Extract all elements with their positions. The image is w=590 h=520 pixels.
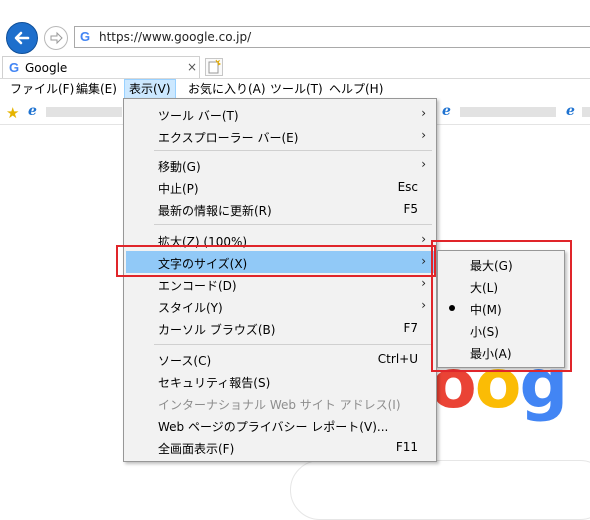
back-button[interactable] [6, 22, 38, 54]
menu-item-explorer-bars[interactable]: エクスプローラー バー(E) › [126, 125, 434, 147]
menu-item-label: 最新の情報に更新(R) [158, 204, 272, 218]
favorites-star-icon[interactable]: ★ [6, 104, 19, 122]
menu-item-full-screen[interactable]: 全画面表示(F) F11 [126, 436, 434, 458]
new-tab-button[interactable] [205, 58, 223, 76]
menu-tools[interactable]: ツール(T) [266, 79, 327, 99]
ie-page-icon[interactable]: e [442, 103, 451, 119]
menu-item-label: Web ページのプライバシー レポート(V)... [158, 420, 389, 434]
favorite-link-blurred[interactable] [460, 107, 556, 117]
menu-item-shortcut: F7 [403, 321, 418, 335]
menu-help[interactable]: ヘルプ(H) [325, 79, 387, 99]
google-favicon-icon: G [9, 60, 20, 75]
menu-item-label: 中止(P) [158, 182, 199, 196]
menu-separator [154, 344, 432, 345]
menu-item-go-to[interactable]: 移動(G) › [126, 154, 434, 176]
menu-bar: ファイル(F) 編集(E) 表示(V) お気に入り(A) ツール(T) ヘルプ(… [0, 79, 590, 99]
menu-item-shortcut: F5 [403, 202, 418, 216]
chevron-right-icon: › [421, 298, 426, 312]
ie-page-icon[interactable]: e [28, 103, 37, 119]
tab-google[interactable]: G Google × [2, 56, 200, 78]
menu-file[interactable]: ファイル(F) [6, 79, 78, 99]
menu-item-label: エンコード(D) [158, 279, 237, 293]
chevron-right-icon: › [421, 106, 426, 120]
address-bar-row: G https://www.google.co.jp/ [0, 0, 590, 54]
tab-strip: G Google × [0, 54, 590, 79]
menu-item-stop[interactable]: 中止(P) Esc [126, 176, 434, 198]
menu-item-label: ツール バー(T) [158, 109, 239, 123]
menu-item-security-report[interactable]: セキュリティ報告(S) [126, 370, 434, 392]
menu-item-label: エクスプローラー バー(E) [158, 131, 299, 145]
annotation-highlight-submenu [431, 240, 572, 372]
url-text: https://www.google.co.jp/ [99, 30, 252, 44]
menu-item-label: スタイル(Y) [158, 301, 223, 315]
forward-arrow-icon [50, 31, 63, 45]
menu-edit[interactable]: 編集(E) [72, 79, 121, 99]
menu-item-label: 全画面表示(F) [158, 442, 235, 456]
menu-item-international-address: インターナショナル Web サイト アドレス(I) [126, 392, 434, 414]
menu-separator [154, 150, 432, 151]
menu-item-label: ソース(C) [158, 354, 212, 368]
favorite-link-blurred[interactable] [582, 107, 590, 117]
menu-item-source[interactable]: ソース(C) Ctrl+U [126, 348, 434, 370]
menu-item-shortcut: F11 [395, 440, 418, 454]
menu-item-style[interactable]: スタイル(Y) › [126, 295, 434, 317]
menu-item-refresh[interactable]: 最新の情報に更新(R) F5 [126, 198, 434, 220]
tab-close-icon[interactable]: × [187, 60, 197, 74]
tab-title: Google [25, 61, 68, 75]
chevron-right-icon: › [421, 232, 426, 246]
menu-favorites[interactable]: お気に入り(A) [184, 79, 270, 99]
search-box-edge [290, 460, 590, 520]
annotation-highlight-text-size [116, 245, 436, 277]
menu-item-shortcut: Ctrl+U [377, 352, 418, 366]
menu-item-privacy-report[interactable]: Web ページのプライバシー レポート(V)... [126, 414, 434, 436]
forward-button[interactable] [44, 26, 68, 50]
menu-view[interactable]: 表示(V) [124, 79, 176, 99]
menu-item-label: カーソル ブラウズ(B) [158, 323, 276, 337]
menu-item-label: インターナショナル Web サイト アドレス(I) [158, 398, 401, 412]
address-input[interactable]: G https://www.google.co.jp/ [74, 26, 590, 48]
view-menu-dropdown: ツール バー(T) › エクスプローラー バー(E) › 移動(G) › 中止(… [123, 98, 437, 462]
favorite-link-blurred[interactable] [46, 107, 122, 117]
ie-page-icon[interactable]: e [566, 103, 575, 119]
menu-item-toolbars[interactable]: ツール バー(T) › [126, 103, 434, 125]
menu-item-label: 移動(G) [158, 160, 201, 174]
menu-separator [154, 224, 432, 225]
new-tab-icon [208, 59, 222, 74]
menu-item-shortcut: Esc [397, 180, 418, 194]
menu-item-caret-browsing[interactable]: カーソル ブラウズ(B) F7 [126, 317, 434, 339]
chevron-right-icon: › [421, 276, 426, 290]
menu-item-label: セキュリティ報告(S) [158, 376, 271, 390]
google-favicon-icon: G [80, 29, 91, 44]
back-arrow-icon [14, 31, 30, 45]
chevron-right-icon: › [421, 128, 426, 142]
chevron-right-icon: › [421, 157, 426, 171]
